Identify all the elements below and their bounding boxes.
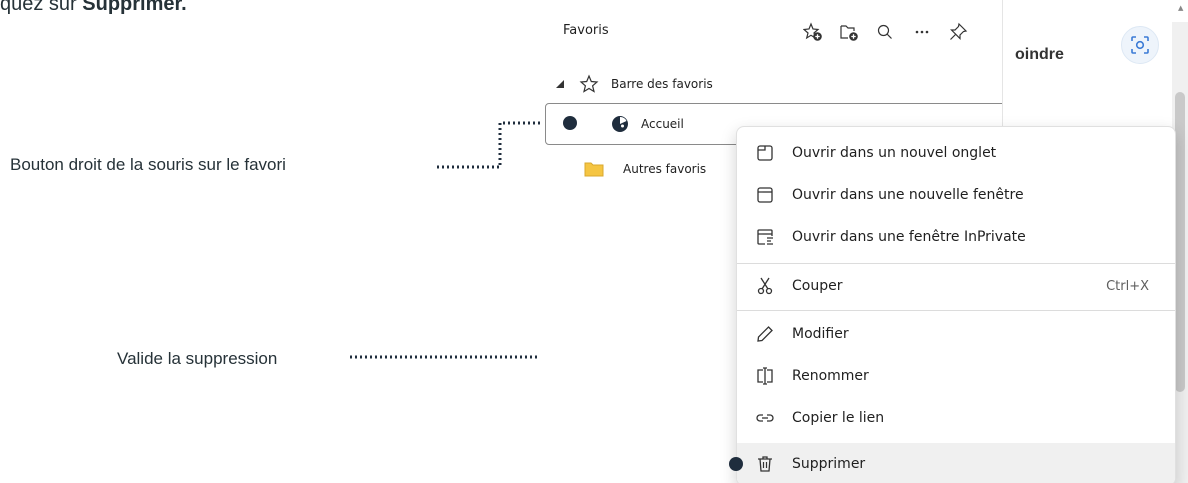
- link-icon: [754, 407, 776, 429]
- callout-validate-dot: [729, 457, 743, 471]
- menu-item-label: Couper: [792, 278, 843, 294]
- menu-separator: [737, 263, 1175, 264]
- menu-item-label: Ouvrir dans une fenêtre InPrivate: [792, 229, 1026, 245]
- expand-triangle-icon[interactable]: [554, 78, 566, 90]
- tree-item-label: Accueil: [641, 117, 684, 131]
- tree-item-favorites-bar[interactable]: Barre des favoris: [554, 72, 713, 96]
- add-favorite-icon[interactable]: [801, 20, 825, 44]
- new-tab-icon: [754, 142, 776, 164]
- menu-item-label: Ouvrir dans un nouvel onglet: [792, 145, 997, 161]
- callout-right-click-dot: [563, 116, 577, 130]
- tree-item-label: Autres favoris: [623, 162, 707, 176]
- tree-item-other-favorites[interactable]: Autres favoris: [584, 157, 706, 181]
- menu-item-label: Renommer: [792, 368, 869, 384]
- menu-item-cut[interactable]: Couper Ctrl+X: [737, 265, 1175, 307]
- partial-page-text: oindre: [1015, 46, 1064, 63]
- menu-item-delete[interactable]: Supprimer: [737, 443, 1175, 483]
- inprivate-window-icon: [754, 226, 776, 248]
- menu-item-rename[interactable]: Renommer: [737, 355, 1175, 397]
- menu-item-edit[interactable]: Modifier: [737, 313, 1175, 355]
- tree-item-accueil-content[interactable]: Accueil: [610, 112, 684, 136]
- trash-icon: [754, 453, 776, 475]
- menu-item-open-new-tab[interactable]: Ouvrir dans un nouvel onglet: [737, 132, 1175, 174]
- pin-icon[interactable]: [946, 20, 970, 44]
- pencil-icon: [754, 323, 776, 345]
- scrollbar-thumb[interactable]: [1175, 92, 1185, 392]
- visual-search-icon: [1131, 36, 1149, 54]
- scroll-up-arrow-icon[interactable]: ▲: [1178, 4, 1183, 12]
- visual-search-button[interactable]: [1121, 26, 1159, 64]
- new-window-icon: [754, 184, 776, 206]
- site-favicon-icon: [612, 116, 628, 132]
- context-menu: Ouvrir dans un nouvel onglet Ouvrir dans…: [736, 126, 1176, 483]
- callout-validate: Valide la suppression: [117, 349, 278, 368]
- folder-icon: [584, 162, 604, 177]
- menu-separator: [737, 310, 1175, 311]
- menu-item-label: Supprimer: [792, 456, 866, 472]
- more-icon[interactable]: [910, 20, 934, 44]
- menu-item-copy-link[interactable]: Copier le lien: [737, 397, 1175, 439]
- menu-item-open-new-window[interactable]: Ouvrir dans une nouvelle fenêtre: [737, 174, 1175, 216]
- star-icon: [579, 74, 599, 93]
- panel-title: Favoris: [563, 23, 609, 38]
- menu-item-open-inprivate[interactable]: Ouvrir dans une fenêtre InPrivate: [737, 216, 1175, 258]
- rename-icon: [754, 365, 776, 387]
- add-folder-icon[interactable]: [837, 20, 861, 44]
- tree-item-label: Barre des favoris: [611, 77, 713, 91]
- menu-item-label: Ouvrir dans une nouvelle fenêtre: [792, 187, 1024, 203]
- scissors-icon: [754, 275, 776, 297]
- menu-item-label: Modifier: [792, 326, 849, 342]
- search-icon[interactable]: [873, 20, 897, 44]
- menu-item-shortcut: Ctrl+X: [1106, 278, 1149, 294]
- menu-item-label: Copier le lien: [792, 410, 885, 426]
